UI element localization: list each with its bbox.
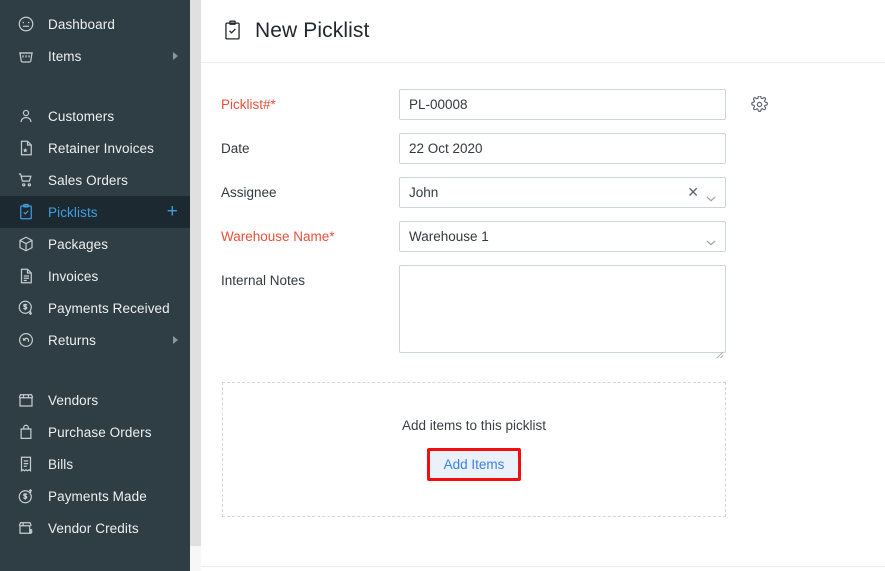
sidebar-item-label: Payments Made: [48, 489, 178, 504]
close-x-icon[interactable]: ✕: [687, 185, 699, 200]
date-control: [399, 133, 726, 164]
sidebar-item-purchase-orders[interactable]: Purchase Orders: [0, 416, 190, 448]
warehouse-name-select[interactable]: Warehouse 1: [399, 221, 726, 252]
sidebar-item-label: Invoices: [48, 269, 178, 284]
assignee-control: John ✕: [399, 177, 726, 208]
return-arrow-circle-icon: [16, 330, 36, 350]
sidebar-item-label: Customers: [48, 109, 178, 124]
internal-notes-label: Internal Notes: [221, 265, 399, 288]
sidebar-item-label: Returns: [48, 333, 173, 348]
internal-notes-wrapper: [399, 265, 726, 358]
sidebar-item-label: Dashboard: [48, 17, 178, 32]
dollar-circle-up-icon: [16, 486, 36, 506]
field-row-date: Date: [221, 133, 885, 164]
clipboard-check-icon: [16, 202, 36, 222]
picklist-form: Picklist#* Date As: [201, 63, 885, 358]
page-title: New Picklist: [255, 19, 369, 43]
assignee-select[interactable]: John ✕: [399, 177, 726, 208]
sidebar-item-label: Sales Orders: [48, 173, 178, 188]
footer-divider: [201, 566, 885, 567]
sidebar-item-label: Vendor Credits: [48, 521, 178, 536]
sidebar-item-label: Items: [48, 49, 173, 64]
picklist-number-control: [399, 89, 726, 120]
sidebar: Dashboard Items: [0, 0, 190, 571]
warehouse-name-value: Warehouse 1: [409, 229, 706, 244]
storefront-dollar-icon: [16, 518, 36, 538]
internal-notes-control: [399, 265, 726, 358]
sidebar-item-picklists[interactable]: Picklists +: [0, 196, 190, 228]
field-row-warehouse-name: Warehouse Name* Warehouse 1: [221, 221, 885, 252]
chevron-down-icon[interactable]: [706, 190, 716, 196]
field-row-internal-notes: Internal Notes: [221, 265, 885, 358]
sidebar-item-payments-made[interactable]: Payments Made: [0, 480, 190, 512]
sidebar-item-packages[interactable]: Packages: [0, 228, 190, 260]
add-items-button[interactable]: Add Items: [427, 448, 522, 482]
box-icon: [16, 234, 36, 254]
sidebar-item-customers[interactable]: Customers: [0, 100, 190, 132]
gear-icon[interactable]: [751, 96, 768, 113]
sidebar-group-sales: Customers Retainer Invoices: [0, 92, 190, 356]
document-lines-icon: [16, 266, 36, 286]
sidebar-divider: [0, 72, 190, 92]
sidebar-divider: [0, 356, 190, 376]
document-star-icon: [16, 138, 36, 158]
clipboard-check-icon: [221, 18, 243, 44]
add-picklist-plus-icon[interactable]: +: [167, 202, 178, 223]
sidebar-item-label: Bills: [48, 457, 178, 472]
scrollbar-thumb[interactable]: [190, 0, 201, 546]
shopping-cart-icon: [16, 170, 36, 190]
sidebar-item-bills[interactable]: Bills: [0, 448, 190, 480]
dollar-circle-down-icon: [16, 298, 36, 318]
sidebar-item-label: Retainer Invoices: [48, 141, 178, 156]
sidebar-item-label: Payments Received: [48, 301, 178, 316]
sidebar-item-sales-orders[interactable]: Sales Orders: [0, 164, 190, 196]
sidebar-group-primary: Dashboard Items: [0, 0, 190, 72]
sidebar-item-items[interactable]: Items: [0, 40, 190, 72]
picklist-number-input[interactable]: [399, 89, 726, 120]
page-header: New Picklist: [201, 0, 885, 63]
user-icon: [16, 106, 36, 126]
sidebar-item-invoices[interactable]: Invoices: [0, 260, 190, 292]
chevron-right-icon: [173, 52, 178, 60]
sidebar-item-vendors[interactable]: Vendors: [0, 384, 190, 416]
internal-notes-textarea[interactable]: [399, 265, 726, 353]
picklist-number-label: Picklist#*: [221, 89, 399, 112]
warehouse-name-control: Warehouse 1: [399, 221, 726, 252]
sidebar-item-dashboard[interactable]: Dashboard: [0, 8, 190, 40]
assignee-label: Assignee: [221, 177, 399, 200]
app-window: Dashboard Items: [0, 0, 885, 571]
chevron-right-icon: [173, 336, 178, 344]
date-input[interactable]: [399, 133, 726, 164]
assignee-value: John: [409, 185, 687, 200]
add-items-panel: Add items to this picklist Add Items: [222, 382, 726, 517]
sidebar-item-returns[interactable]: Returns: [0, 324, 190, 356]
receipt-icon: [16, 454, 36, 474]
chevron-down-icon[interactable]: [706, 234, 716, 240]
date-label: Date: [221, 133, 399, 156]
dashboard-gauge-icon: [16, 14, 36, 34]
sidebar-item-label: Purchase Orders: [48, 425, 178, 440]
sidebar-item-retainer-invoices[interactable]: Retainer Invoices: [0, 132, 190, 164]
shopping-bag-icon: [16, 422, 36, 442]
basket-icon: [16, 46, 36, 66]
sidebar-item-label: Packages: [48, 237, 178, 252]
storefront-icon: [16, 390, 36, 410]
warehouse-name-label: Warehouse Name*: [221, 221, 399, 244]
sidebar-item-label: Vendors: [48, 393, 178, 408]
add-items-hint: Add items to this picklist: [402, 418, 546, 433]
sidebar-item-vendor-credits[interactable]: Vendor Credits: [0, 512, 190, 544]
field-row-assignee: Assignee John ✕: [221, 177, 885, 208]
field-row-picklist-number: Picklist#*: [221, 89, 885, 120]
main-content: New Picklist Picklist#* Date: [201, 0, 885, 571]
sidebar-item-payments-received[interactable]: Payments Received: [0, 292, 190, 324]
sidebar-group-purchases: Vendors Purchase Orders Bills: [0, 376, 190, 544]
sidebar-item-label: Picklists: [48, 205, 167, 220]
